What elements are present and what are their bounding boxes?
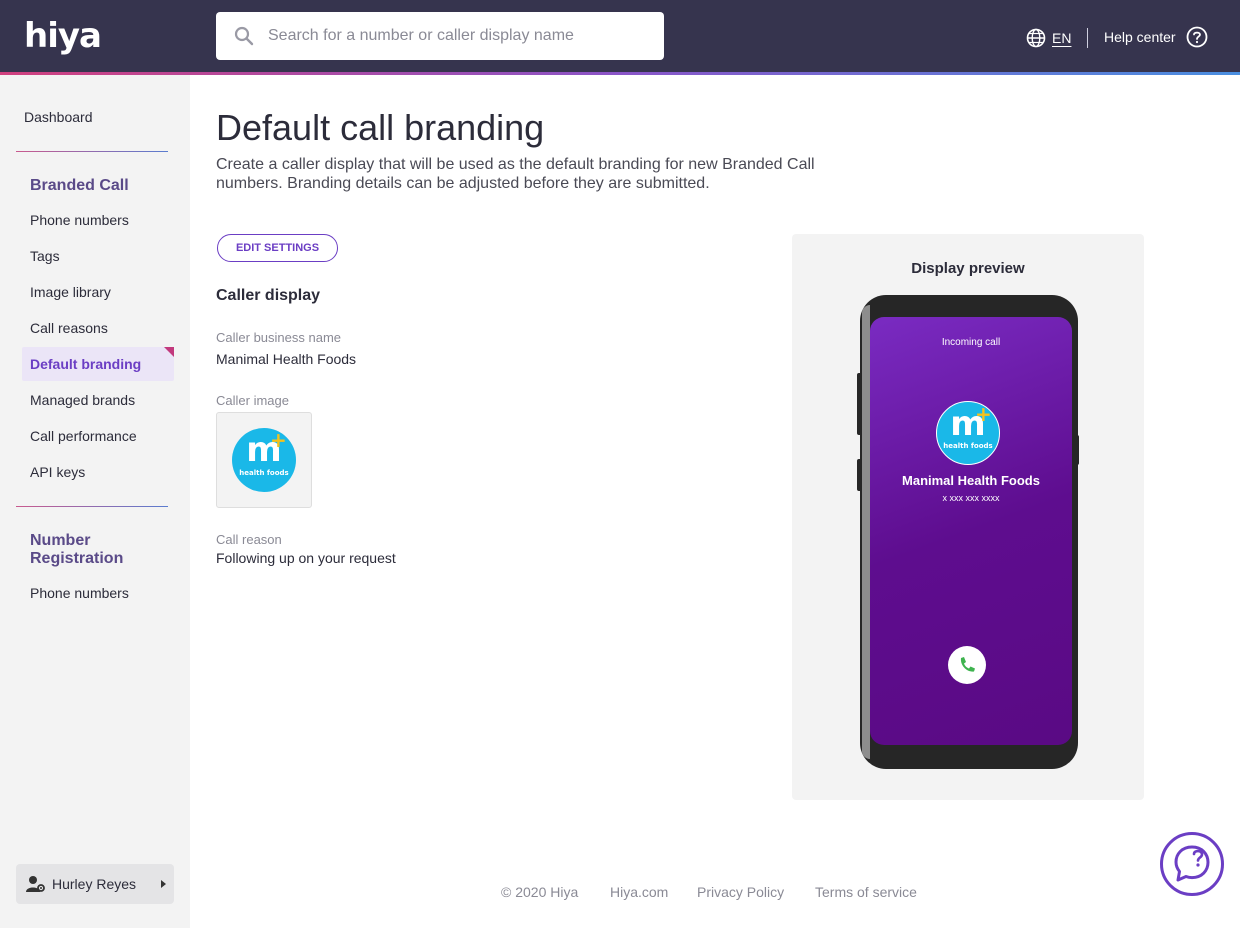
preview-title: Display preview	[911, 260, 1025, 277]
globe-icon	[1026, 28, 1046, 48]
page-title: Default call branding	[216, 107, 545, 148]
preview-caller-name: Manimal Health Foods	[902, 473, 1040, 488]
business-name-value: Manimal Health Foods	[216, 351, 357, 367]
phone-side-button	[857, 459, 862, 491]
footer-copyright: © 2020 Hiya	[501, 884, 579, 900]
search-icon	[234, 26, 254, 46]
sidebar-divider	[16, 506, 168, 507]
hiya-logo[interactable]: hiya	[24, 16, 102, 56]
sidebar-item-default-branding[interactable]: Default branding	[22, 347, 174, 381]
phone-edge	[862, 305, 870, 759]
sidebar-item-call-reasons[interactable]: Call reasons	[22, 311, 174, 345]
footer-link-terms[interactable]: Terms of service	[815, 884, 917, 900]
user-settings-icon	[26, 876, 45, 892]
sidebar-item-image-library[interactable]: Image library	[22, 275, 174, 309]
page-description: Create a caller display that will be use…	[216, 156, 815, 192]
answer-button	[948, 646, 986, 684]
sidebar-item-registration-phone-numbers[interactable]: Phone numbers	[22, 576, 174, 610]
search-box[interactable]	[216, 12, 664, 60]
display-preview-panel: Display preview Incoming call m + health…	[792, 234, 1144, 800]
footer-link-hiya[interactable]: Hiya.com	[610, 884, 668, 900]
edit-settings-button[interactable]: EDIT SETTINGS	[217, 234, 338, 262]
search-input[interactable]	[268, 12, 648, 60]
sidebar-item-dashboard[interactable]: Dashboard	[24, 109, 93, 125]
call-reason-value: Following up on your request	[216, 550, 396, 566]
sidebar-item-phone-numbers[interactable]: Phone numbers	[22, 203, 174, 237]
preview-brand-logo: m + health foods	[936, 401, 1000, 465]
preview-caller-number: x xxx xxx xxxx	[942, 493, 1000, 503]
caret-right-icon[interactable]	[161, 880, 166, 888]
language-selector[interactable]: EN	[1026, 26, 1071, 50]
brand-logo-plus: +	[270, 428, 287, 452]
brand-logo: m + health foods	[232, 428, 296, 492]
sidebar: Dashboard Branded Call Phone numbers Tag…	[0, 75, 190, 928]
section-title-caller-display: Caller display	[216, 287, 321, 304]
chat-support-button[interactable]	[1160, 832, 1224, 896]
sidebar-item-call-performance[interactable]: Call performance	[22, 419, 174, 453]
brand-logo-subtext: health foods	[943, 442, 993, 450]
phone-side-button	[857, 373, 862, 435]
language-code[interactable]: EN	[1052, 30, 1071, 46]
sidebar-item-managed-brands[interactable]: Managed brands	[22, 383, 174, 417]
caller-image-label: Caller image	[216, 393, 289, 408]
help-circle-icon[interactable]	[1186, 26, 1208, 48]
caller-image: m + health foods	[216, 412, 312, 508]
phone-mockup: Incoming call m + health foods Manimal H…	[857, 295, 1079, 769]
phone-icon	[960, 657, 975, 672]
help-center-link[interactable]: Help center	[1104, 26, 1208, 48]
sidebar-heading-branded-call: Branded Call	[30, 177, 129, 194]
call-reason-label: Call reason	[216, 532, 282, 547]
chat-icon	[1174, 845, 1210, 882]
sidebar-heading-number-registration: Number Registration	[30, 532, 124, 567]
phone-screen: Incoming call m + health foods Manimal H…	[870, 317, 1072, 745]
top-header: hiya EN Help center	[0, 0, 1240, 72]
header-divider	[1087, 28, 1088, 48]
incoming-call-label: Incoming call	[941, 337, 1001, 348]
sidebar-divider	[16, 151, 168, 152]
user-menu[interactable]: Hurley Reyes	[16, 864, 174, 904]
brand-logo-subtext: health foods	[239, 469, 289, 477]
user-name[interactable]: Hurley Reyes	[52, 876, 136, 892]
sidebar-item-api-keys[interactable]: API keys	[22, 455, 174, 489]
brand-logo-plus: +	[975, 402, 992, 426]
footer-link-privacy[interactable]: Privacy Policy	[697, 884, 784, 900]
help-center-label[interactable]: Help center	[1104, 29, 1176, 45]
business-name-label: Caller business name	[216, 330, 342, 345]
sidebar-item-tags[interactable]: Tags	[22, 239, 174, 273]
phone-side-button	[1074, 435, 1079, 465]
